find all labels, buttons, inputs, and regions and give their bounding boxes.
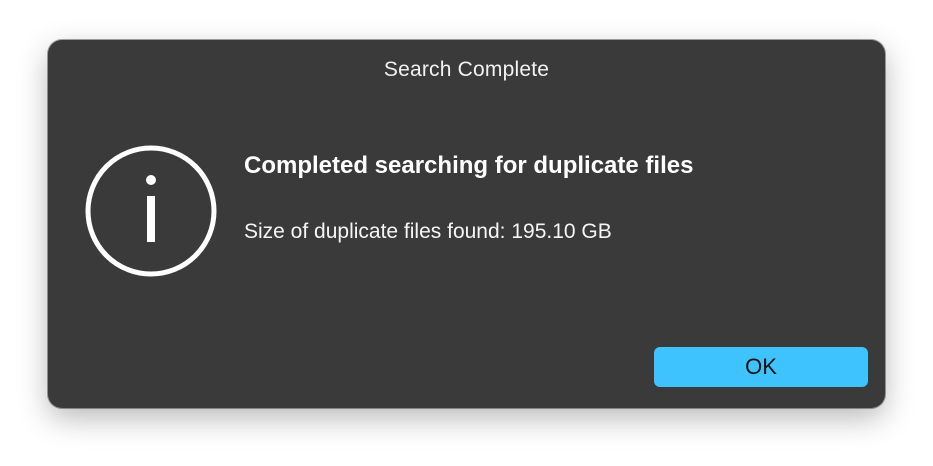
ok-button[interactable]: OK — [654, 347, 868, 387]
dialog-heading: Completed searching for duplicate files — [244, 152, 694, 179]
search-complete-dialog: Search Complete Completed searching for … — [48, 40, 885, 408]
dialog-title: Search Complete — [383, 58, 550, 81]
info-icon — [85, 145, 217, 277]
dialog-message: Size of duplicate files found: 195.10 GB — [244, 220, 612, 243]
